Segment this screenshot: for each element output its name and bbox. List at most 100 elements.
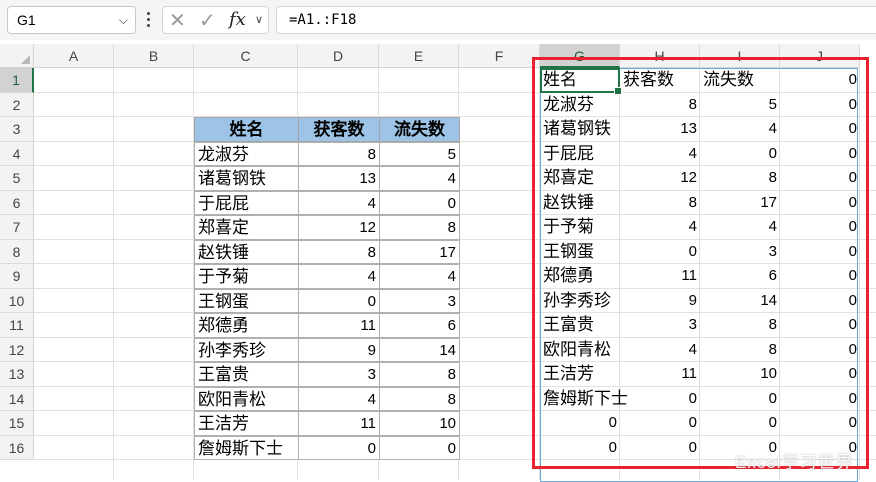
column-header-a[interactable]: A [34,44,114,68]
table-cell[interactable]: 10 [379,411,460,436]
row-header-7[interactable]: 7 [0,215,34,240]
spill-cell[interactable]: 11 [620,264,700,289]
spill-cell[interactable]: 0 [780,117,860,142]
table-cell[interactable]: 8 [379,215,460,240]
spill-cell[interactable]: 8 [700,166,780,191]
table-cell[interactable]: 11 [298,313,380,338]
column-header-h[interactable]: H [620,44,700,68]
table-cell[interactable]: 孙李秀珍 [194,337,299,362]
table-cell[interactable]: 王富贵 [194,362,299,387]
column-header-g[interactable]: G [540,44,620,68]
spill-cell[interactable]: 12 [620,166,700,191]
column-header-b[interactable]: B [114,44,194,68]
insert-function-icon[interactable]: fx [229,7,246,33]
spill-cell[interactable]: 0 [780,313,860,338]
column-header-e[interactable]: E [379,44,459,68]
spill-cell[interactable]: 0 [780,362,860,387]
table-cell[interactable]: 诸葛钢铁 [194,166,299,191]
spill-cell[interactable]: 于屁屁 [540,142,620,167]
spill-cell[interactable]: 8 [700,313,780,338]
spill-cell[interactable]: 0 [780,411,860,436]
spill-cell[interactable]: 姓名 [540,68,620,93]
table-cell[interactable]: 14 [379,337,460,362]
row-header-5[interactable]: 5 [0,166,34,191]
row-header-16[interactable]: 16 [0,435,34,460]
spill-cell[interactable]: 4 [700,215,780,240]
table-cell[interactable]: 3 [379,288,460,313]
table-cell[interactable]: 9 [298,337,380,362]
table-cell[interactable]: 11 [298,411,380,436]
row-header-6[interactable]: 6 [0,190,34,215]
cancel-icon[interactable]: ✕ [169,7,186,33]
spill-cell[interactable]: 王钢蛋 [540,240,620,265]
table-cell[interactable]: 8 [298,141,380,166]
table-cell[interactable]: 王钢蛋 [194,288,299,313]
table-cell[interactable]: 郑喜定 [194,215,299,240]
table-cell[interactable]: 6 [379,313,460,338]
spill-cell[interactable]: 0 [620,411,700,436]
table-cell[interactable]: 17 [379,239,460,264]
row-header-4[interactable]: 4 [0,141,34,166]
spill-cell[interactable]: 0 [620,387,700,412]
table-cell[interactable]: 欧阳青松 [194,386,299,411]
spill-cell[interactable]: 4 [700,117,780,142]
row-header-9[interactable]: 9 [0,264,34,289]
spill-cell[interactable]: 0 [620,436,700,461]
spill-cell[interactable]: 王富贵 [540,313,620,338]
spill-cell[interactable]: 0 [700,411,780,436]
spill-cell[interactable]: 17 [700,191,780,216]
spill-cell[interactable]: 赵铁锤 [540,191,620,216]
spill-cell[interactable]: 0 [780,264,860,289]
row-header-15[interactable]: 15 [0,411,34,436]
spill-cell[interactable]: 0 [780,289,860,314]
chevron-down-icon[interactable]: ∨ [255,7,263,33]
spill-cell[interactable]: 0 [780,215,860,240]
table-cell[interactable]: 4 [298,190,380,215]
spill-cell[interactable]: 10 [700,362,780,387]
spill-cell[interactable]: 0 [780,338,860,363]
table-cell[interactable]: 郑德勇 [194,313,299,338]
spill-cell[interactable]: 王洁芳 [540,362,620,387]
table-cell[interactable]: 3 [298,362,380,387]
enter-icon[interactable]: ✓ [199,7,216,33]
spill-cell[interactable]: 于予菊 [540,215,620,240]
table-cell[interactable]: 4 [298,386,380,411]
spill-cell[interactable]: 3 [620,313,700,338]
spill-cell[interactable]: 0 [780,240,860,265]
spill-cell[interactable]: 0 [780,191,860,216]
spill-cell[interactable]: 8 [620,93,700,118]
table-cell[interactable]: 13 [298,166,380,191]
spill-cell[interactable]: 流失数 [700,68,780,93]
select-all-corner[interactable] [0,44,34,68]
row-header-2[interactable]: 2 [0,92,34,117]
spill-cell[interactable]: 13 [620,117,700,142]
spill-cell[interactable]: 6 [700,264,780,289]
spill-cell[interactable]: 孙李秀珍 [540,289,620,314]
table-cell[interactable]: 4 [379,264,460,289]
table-cell[interactable]: 詹姆斯下士 [194,435,299,460]
spill-cell[interactable]: 14 [700,289,780,314]
row-header-1[interactable]: 1 [0,68,34,93]
column-header-j[interactable]: J [780,44,860,68]
spill-cell[interactable]: 11 [620,362,700,387]
spill-cell[interactable]: 0 [780,166,860,191]
column-header-d[interactable]: D [298,44,379,68]
table-cell[interactable]: 8 [379,362,460,387]
spill-cell[interactable]: 0 [780,142,860,167]
row-header-11[interactable]: 11 [0,313,34,338]
spill-cell[interactable]: 8 [620,191,700,216]
column-header-c[interactable]: C [194,44,298,68]
spill-cell[interactable]: 0 [540,436,620,461]
spill-cell[interactable]: 0 [620,240,700,265]
table-cell[interactable]: 赵铁锤 [194,239,299,264]
spill-cell[interactable]: 8 [700,338,780,363]
column-header-f[interactable]: F [459,44,540,68]
table-cell[interactable]: 8 [298,239,380,264]
table-cell[interactable]: 0 [298,288,380,313]
table-cell[interactable]: 0 [298,435,380,460]
table-cell[interactable]: 龙淑芬 [194,141,299,166]
table-cell[interactable]: 王洁芳 [194,411,299,436]
name-box[interactable]: G1 ⌵ [7,6,136,34]
spill-cell[interactable]: 3 [700,240,780,265]
spill-cell[interactable]: 4 [620,215,700,240]
